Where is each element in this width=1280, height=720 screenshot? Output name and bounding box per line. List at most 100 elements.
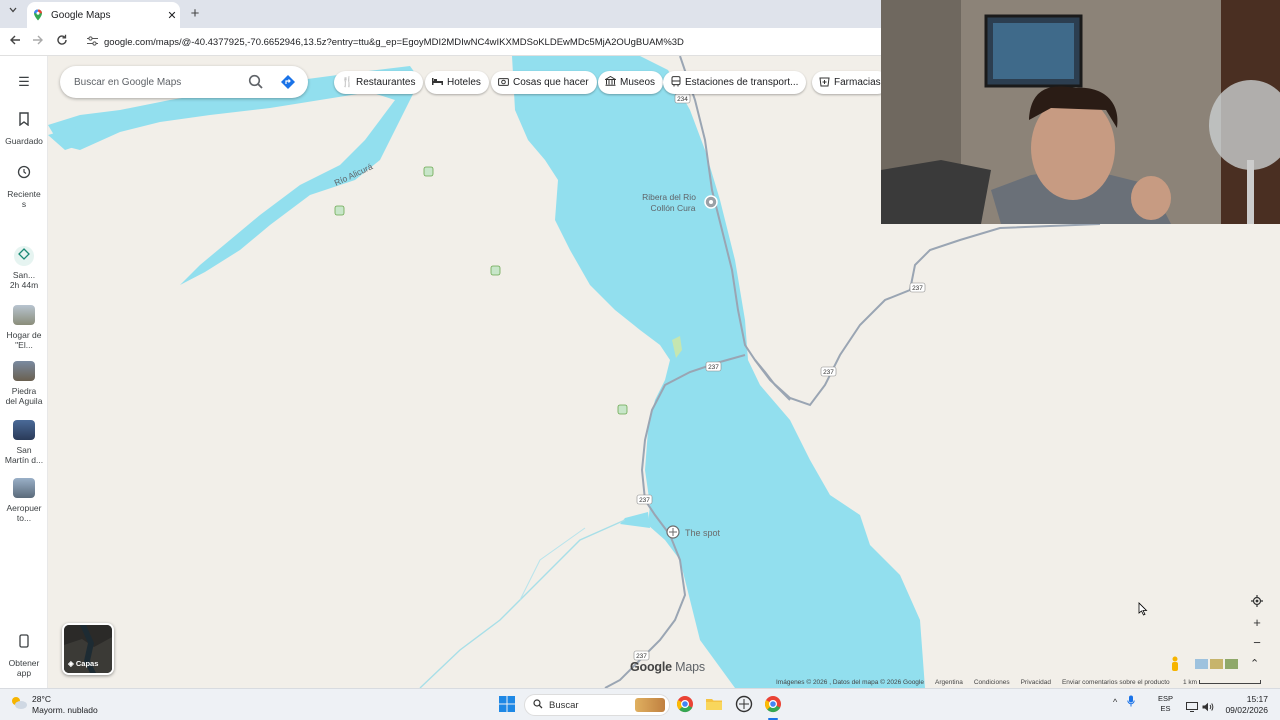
- recent-label-1: Reciente: [7, 189, 41, 199]
- camera-icon: [498, 77, 509, 89]
- directions-icon: [14, 246, 34, 266]
- windows-start-icon[interactable]: [499, 696, 515, 712]
- svg-text:237: 237: [708, 364, 719, 371]
- mouse-cursor: [1138, 602, 1148, 621]
- fork-knife-icon: 🍴: [341, 77, 354, 88]
- url-text: google.com/maps/@-40.4377925,-70.6652946…: [104, 36, 684, 48]
- search-box: [60, 66, 308, 98]
- river-water: [48, 66, 420, 285]
- zoom-in-button[interactable]: +: [1246, 613, 1268, 633]
- back-arrow-icon[interactable]: [6, 33, 24, 51]
- clock[interactable]: 15:17 09/02/2026: [1220, 694, 1268, 716]
- attribution-country[interactable]: Argentina: [935, 679, 963, 686]
- webcam-video: [881, 0, 1280, 224]
- weather-desc: Mayorm. nublado: [32, 705, 98, 715]
- chip-transit[interactable]: Estaciones de transport...: [663, 71, 807, 94]
- place-label-line1: Ribera del Rio: [642, 192, 696, 202]
- forward-arrow-icon[interactable]: [29, 33, 47, 51]
- get-app-label-2: app: [16, 668, 32, 678]
- reload-icon[interactable]: [53, 33, 71, 51]
- privacy-link[interactable]: Privacidad: [1021, 679, 1051, 686]
- place-label-3: San: [16, 445, 32, 455]
- hamburger-icon: ☰: [18, 74, 30, 89]
- brand-maps: Maps: [671, 660, 705, 674]
- app-icon[interactable]: [735, 695, 755, 715]
- saved-button[interactable]: Guardado: [0, 112, 48, 146]
- chrome-active-icon[interactable]: [764, 695, 784, 720]
- place-label-2: Piedra: [11, 386, 37, 396]
- place-thumbnail: [13, 305, 35, 325]
- recent-place-4[interactable]: Aeropuer to...: [0, 478, 48, 523]
- address-bar[interactable]: google.com/maps/@-40.4377925,-70.6652946…: [80, 31, 875, 53]
- phone-icon: [14, 634, 34, 654]
- recent-directions[interactable]: San... 2h 44m: [0, 246, 48, 290]
- site-info-icon[interactable]: [80, 35, 104, 49]
- volume-icon[interactable]: [1202, 699, 1214, 717]
- taskbar-search[interactable]: Buscar: [524, 694, 670, 716]
- chip-label: Restaurantes: [356, 77, 416, 88]
- pegman-icon[interactable]: [1170, 656, 1180, 675]
- side-rail: ☰ Guardado Reciente s San... 2h 44m Hoga…: [0, 56, 48, 688]
- chevron-up-icon[interactable]: ^: [1113, 697, 1117, 707]
- museum-icon: [603, 75, 618, 89]
- weather-temp: 28°C: [32, 694, 51, 704]
- my-location-button[interactable]: [1246, 593, 1268, 613]
- place-thumbnail: [13, 361, 35, 381]
- chevron-down-icon: [9, 7, 17, 13]
- maps-favicon: [34, 9, 42, 21]
- place-label-2b: del Aguila: [5, 396, 43, 406]
- recent-place-1[interactable]: Hogar de "El...: [0, 305, 48, 350]
- search-icon[interactable]: [246, 72, 266, 92]
- place-thumbnail: [13, 420, 35, 440]
- place-label-4b: to...: [16, 513, 32, 523]
- chip-things-to-do[interactable]: Cosas que hacer: [491, 71, 597, 94]
- clock-time: 15:17: [1246, 694, 1268, 704]
- tab-list-button[interactable]: [4, 6, 22, 22]
- weather-widget[interactable]: 28°C Mayorm. nublado: [10, 694, 98, 716]
- bookmark-icon: [14, 112, 34, 132]
- network-icon[interactable]: [1186, 699, 1198, 717]
- new-tab-button[interactable]: +: [186, 5, 204, 23]
- feedback-link[interactable]: Enviar comentarios sobre el producto: [1062, 679, 1170, 686]
- chip-pharmacies[interactable]: Farmacias: [812, 71, 889, 94]
- recent-place-3[interactable]: San Martín d...: [0, 420, 48, 465]
- system-tray: ^: [1113, 695, 1135, 709]
- transit-icon: [670, 75, 681, 90]
- map-controls: + −: [1246, 593, 1268, 655]
- browser-tab[interactable]: Google Maps ✕: [27, 2, 180, 28]
- place-thumbnail: [13, 478, 35, 498]
- chrome-icon[interactable]: [676, 695, 696, 715]
- scale-bar[interactable]: 1 km: [1183, 679, 1261, 686]
- get-app-button[interactable]: Obtener app: [0, 634, 48, 678]
- google-maps-logo: Google Maps: [630, 660, 705, 674]
- menu-button[interactable]: ☰: [0, 72, 48, 96]
- attribution-data: Imágenes © 2026 , Datos del mapa © 2026 …: [776, 679, 924, 686]
- recent-label-2: s: [21, 199, 27, 209]
- imagery-thumbnails[interactable]: [1195, 657, 1239, 671]
- search-input[interactable]: [74, 76, 244, 88]
- recent-place-2[interactable]: Piedra del Aguila: [0, 361, 48, 406]
- file-explorer-icon[interactable]: [705, 695, 725, 715]
- place-label-line2: Collón Cura: [651, 203, 696, 213]
- lake-water: [512, 56, 925, 688]
- svg-text:234: 234: [677, 96, 688, 103]
- chip-museums[interactable]: Museos: [598, 71, 664, 94]
- chip-restaurants[interactable]: 🍴 Restaurantes: [334, 71, 424, 94]
- navigation-bar: google.com/maps/@-40.4377925,-70.6652946…: [0, 28, 881, 56]
- microphone-icon[interactable]: [1127, 695, 1135, 709]
- directions-label-1: San...: [12, 270, 36, 280]
- close-tab-icon[interactable]: ✕: [164, 9, 180, 22]
- svg-text:237: 237: [639, 497, 650, 504]
- language-indicator[interactable]: ESP ES: [1158, 694, 1173, 714]
- chip-hotels[interactable]: Hoteles: [425, 71, 489, 94]
- poi-label: The spot: [685, 528, 721, 538]
- recent-button[interactable]: Reciente s: [0, 165, 48, 209]
- directions-icon[interactable]: [278, 72, 298, 92]
- place-label-1: Hogar de: [6, 330, 42, 340]
- terms-link[interactable]: Condiciones: [974, 679, 1010, 686]
- layers-button[interactable]: ◈ Capas: [62, 623, 114, 675]
- webcam-overlay: [881, 0, 1280, 224]
- chip-label: Farmacias: [834, 77, 881, 88]
- zoom-out-button[interactable]: −: [1246, 633, 1268, 653]
- chevron-up-icon[interactable]: ⌃: [1250, 657, 1259, 670]
